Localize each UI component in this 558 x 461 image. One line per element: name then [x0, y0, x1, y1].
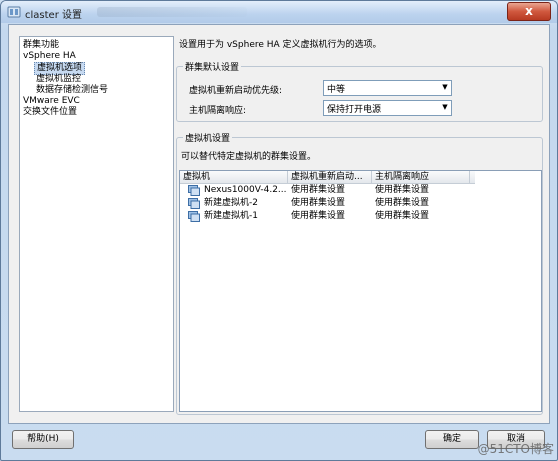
- vm-list-header: 虚拟机 虚拟机重新启动... 主机隔离响应: [180, 171, 475, 184]
- ok-button[interactable]: 确定: [425, 430, 479, 449]
- column-restart-priority[interactable]: 虚拟机重新启动...: [288, 171, 372, 183]
- restart-priority-label: 虚拟机重新启动优先级:: [189, 86, 283, 96]
- vm-name: 新建虚拟机-2: [204, 198, 258, 208]
- vm-name: 新建虚拟机-1: [204, 211, 258, 221]
- nav-item-vm-monitoring[interactable]: 虚拟机监控: [36, 74, 81, 85]
- table-row[interactable]: 新建虚拟机-1 使用群集设置 使用群集设置: [180, 210, 475, 223]
- vm-restart-priority: 使用群集设置: [291, 185, 346, 195]
- vm-settings-title: 虚拟机设置: [183, 131, 233, 144]
- nav-item-datastore-heartbeat[interactable]: 数据存储检测信号: [36, 85, 108, 96]
- title-bar[interactable]: claster 设置 x: [1, 1, 557, 23]
- table-row[interactable]: 新建虚拟机-2 使用群集设置 使用群集设置: [180, 197, 475, 210]
- vm-isolation-response: 使用群集设置: [375, 211, 430, 221]
- cluster-defaults-title: 群集默认设置: [183, 60, 242, 73]
- nav-item-swapfile-location[interactable]: 交换文件位置: [23, 107, 77, 118]
- title-bar-blur: [97, 7, 247, 17]
- close-button[interactable]: x: [507, 2, 551, 21]
- isolation-response-value: 保持打开电源: [327, 105, 382, 115]
- column-isolation-response[interactable]: 主机隔离响应: [372, 171, 470, 183]
- vm-restart-priority: 使用群集设置: [291, 211, 346, 221]
- window-title: claster 设置: [25, 10, 82, 21]
- restart-priority-value: 中等: [327, 85, 346, 95]
- vm-icon: [188, 185, 200, 196]
- vm-isolation-response: 使用群集设置: [375, 185, 430, 195]
- vm-override-list[interactable]: 虚拟机 虚拟机重新启动... 主机隔离响应 Nexus1000V-4.2... …: [179, 170, 542, 412]
- settings-dialog: claster 设置 x 群集功能 vSphere HA 虚拟机选项 虚拟机监控…: [0, 0, 558, 461]
- chevron-down-icon[interactable]: ▼: [440, 82, 450, 93]
- table-row[interactable]: Nexus1000V-4.2... 使用群集设置 使用群集设置: [180, 184, 475, 197]
- vm-settings-description: 可以替代特定虚拟机的群集设置。: [181, 152, 317, 162]
- page-description: 设置用于为 vSphere HA 定义虚拟机行为的选项。: [179, 40, 382, 50]
- nav-item-vsphere-ha[interactable]: vSphere HA: [23, 51, 76, 62]
- cluster-icon: [7, 6, 21, 18]
- chevron-down-icon[interactable]: ▼: [440, 102, 450, 113]
- restart-priority-select[interactable]: 中等 ▼: [323, 80, 452, 96]
- dialog-body: 群集功能 vSphere HA 虚拟机选项 虚拟机监控 数据存储检测信号 VMw…: [8, 24, 550, 424]
- help-button[interactable]: 帮助(H): [12, 430, 74, 449]
- isolation-response-label: 主机隔离响应:: [189, 106, 247, 116]
- settings-nav-tree: 群集功能 vSphere HA 虚拟机选项 虚拟机监控 数据存储检测信号 VMw…: [19, 36, 174, 412]
- column-vm[interactable]: 虚拟机: [180, 171, 288, 183]
- nav-item-cluster-features[interactable]: 群集功能: [23, 40, 59, 51]
- watermark: @51CTO博客: [477, 442, 554, 456]
- vm-icon: [188, 198, 200, 209]
- vm-icon: [188, 211, 200, 222]
- vm-isolation-response: 使用群集设置: [375, 198, 430, 208]
- vm-name: Nexus1000V-4.2...: [204, 185, 286, 195]
- isolation-response-select[interactable]: 保持打开电源 ▼: [323, 100, 452, 116]
- vm-restart-priority: 使用群集设置: [291, 198, 346, 208]
- nav-item-vmware-evc[interactable]: VMware EVC: [23, 96, 80, 107]
